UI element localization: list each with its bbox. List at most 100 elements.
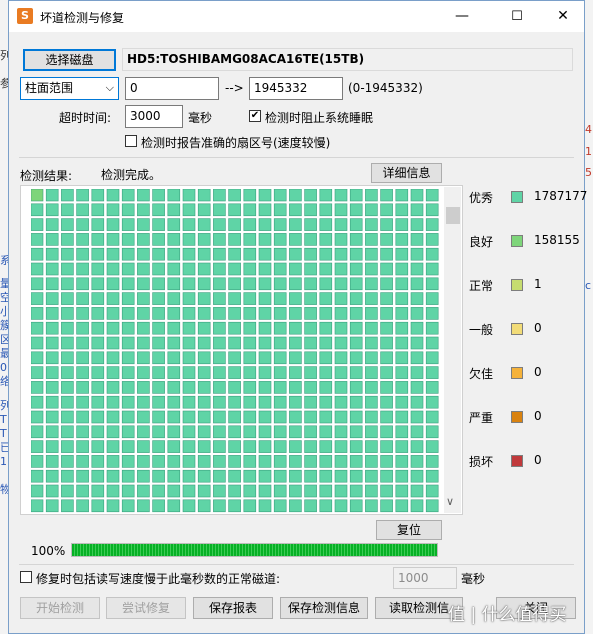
sector-cell[interactable] (213, 484, 226, 498)
sector-cell[interactable] (121, 262, 135, 276)
sector-cell[interactable] (243, 351, 257, 365)
sector-cell[interactable] (197, 262, 211, 276)
sector-cell[interactable] (334, 351, 348, 365)
sector-cell[interactable] (121, 233, 135, 246)
sector-cell[interactable] (228, 321, 241, 335)
sector-cell[interactable] (289, 410, 302, 424)
sector-cell[interactable] (152, 321, 165, 335)
save-scan-info-button[interactable]: 保存检测信息 (280, 597, 368, 619)
sector-cell[interactable] (425, 425, 439, 439)
sector-cell[interactable] (76, 410, 89, 424)
sector-cell[interactable] (365, 292, 378, 305)
sector-cell[interactable] (273, 247, 287, 261)
sector-cell[interactable] (395, 381, 409, 394)
sector-cell[interactable] (380, 321, 393, 335)
sector-cell[interactable] (45, 351, 59, 365)
sector-cell[interactable] (304, 425, 317, 439)
sector-cell[interactable] (425, 218, 439, 231)
sector-cell[interactable] (76, 336, 89, 350)
sector-cell[interactable] (349, 292, 363, 305)
sector-cell[interactable] (213, 366, 226, 379)
sector-cell[interactable] (197, 189, 211, 202)
sector-cell[interactable] (273, 366, 287, 379)
sector-cell[interactable] (106, 277, 120, 291)
sector-cell[interactable] (121, 336, 135, 350)
sector-cell[interactable] (410, 499, 424, 513)
sector-cell[interactable] (61, 440, 74, 453)
sector-cell[interactable] (228, 351, 241, 365)
sector-cell[interactable] (349, 484, 363, 498)
sector-cell[interactable] (395, 484, 409, 498)
sector-cell[interactable] (395, 233, 409, 246)
sector-cell[interactable] (61, 277, 74, 291)
sector-cell[interactable] (304, 233, 317, 246)
sector-cell[interactable] (106, 425, 120, 439)
sector-cell[interactable] (182, 307, 196, 320)
sector-cell[interactable] (319, 321, 333, 335)
sector-cell[interactable] (182, 203, 196, 217)
sector-cell[interactable] (349, 277, 363, 291)
prevent-sleep-checkbox[interactable]: ✔ (249, 110, 261, 122)
sector-cell[interactable] (61, 233, 74, 246)
sector-cell[interactable] (334, 247, 348, 261)
sector-cell[interactable] (410, 189, 424, 202)
sector-cell[interactable] (289, 425, 302, 439)
sector-cell[interactable] (334, 277, 348, 291)
sector-cell[interactable] (167, 395, 181, 409)
sector-cell[interactable] (106, 292, 120, 305)
sector-cell[interactable] (304, 351, 317, 365)
sector-cell[interactable] (380, 292, 393, 305)
sector-cell[interactable] (365, 469, 378, 483)
sector-cell[interactable] (31, 395, 44, 409)
sector-cell[interactable] (31, 247, 44, 261)
sector-cell[interactable] (121, 484, 135, 498)
sector-cell[interactable] (289, 499, 302, 513)
sector-cell[interactable] (410, 410, 424, 424)
sector-cell[interactable] (334, 262, 348, 276)
sector-cell[interactable] (137, 366, 150, 379)
sector-cell[interactable] (258, 189, 272, 202)
sector-cell[interactable] (121, 321, 135, 335)
sector-cell[interactable] (213, 233, 226, 246)
save-report-button[interactable]: 保存报表 (193, 597, 273, 619)
sector-cell[interactable] (243, 366, 257, 379)
sector-cell[interactable] (137, 484, 150, 498)
sector-cell[interactable] (197, 321, 211, 335)
sector-cell[interactable] (304, 336, 317, 350)
sector-cell[interactable] (152, 351, 165, 365)
sector-cell[interactable] (410, 277, 424, 291)
sector-cell[interactable] (410, 218, 424, 231)
sector-cell[interactable] (289, 484, 302, 498)
sector-cell[interactable] (182, 277, 196, 291)
sector-cell[interactable] (273, 233, 287, 246)
sector-cell[interactable] (167, 366, 181, 379)
sector-cell[interactable] (31, 277, 44, 291)
sector-cell[interactable] (380, 262, 393, 276)
sector-cell[interactable] (258, 455, 272, 468)
sector-cell[interactable] (289, 203, 302, 217)
sector-cell[interactable] (45, 277, 59, 291)
sector-cell[interactable] (182, 440, 196, 453)
sector-cell[interactable] (289, 469, 302, 483)
sector-cell[interactable] (167, 203, 181, 217)
sector-cell[interactable] (167, 499, 181, 513)
sector-cell[interactable] (228, 381, 241, 394)
sector-cell[interactable] (76, 484, 89, 498)
sector-cell[interactable] (319, 469, 333, 483)
sector-cell[interactable] (365, 455, 378, 468)
sector-cell[interactable] (349, 203, 363, 217)
sector-cell[interactable] (228, 395, 241, 409)
sector-cell[interactable] (319, 247, 333, 261)
sector-cell[interactable] (349, 262, 363, 276)
sector-cell[interactable] (76, 425, 89, 439)
sector-cell[interactable] (395, 307, 409, 320)
sector-cell[interactable] (152, 425, 165, 439)
sector-cell[interactable] (273, 321, 287, 335)
sector-cell[interactable] (319, 410, 333, 424)
sector-cell[interactable] (380, 484, 393, 498)
sector-cell[interactable] (258, 410, 272, 424)
sector-cell[interactable] (106, 203, 120, 217)
sector-cell[interactable] (319, 233, 333, 246)
sector-cell[interactable] (152, 469, 165, 483)
sector-cell[interactable] (61, 336, 74, 350)
